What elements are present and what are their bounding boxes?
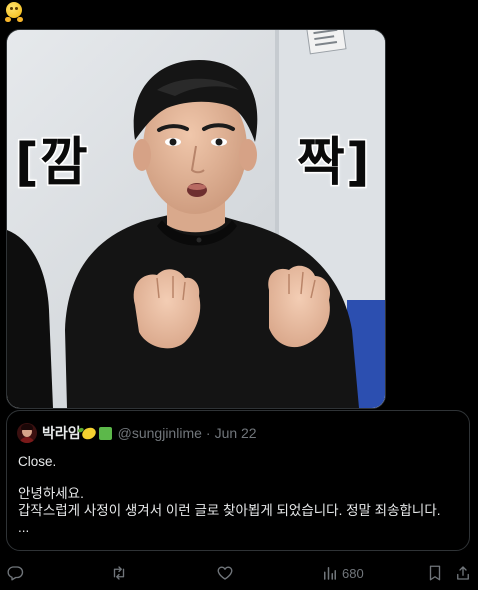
repost-icon bbox=[113, 566, 125, 580]
post-actions-bar: 680 bbox=[0, 562, 478, 584]
like-button[interactable] bbox=[216, 562, 234, 584]
repost-button[interactable] bbox=[110, 562, 128, 584]
image-caption-left: [깜 bbox=[14, 132, 90, 195]
tweet-photo bbox=[7, 30, 385, 408]
image-caption-right: 짝] bbox=[296, 132, 372, 195]
quoted-author-avatar[interactable] bbox=[17, 423, 37, 443]
share-icon bbox=[457, 566, 469, 580]
views-count: 680 bbox=[342, 565, 364, 581]
quoted-author-handle[interactable]: @sungjinlime bbox=[118, 425, 202, 441]
views-button[interactable]: 680 bbox=[322, 562, 364, 584]
tweet-image[interactable]: [깜 짝] bbox=[6, 29, 386, 409]
quoted-text-line: 안녕하세요. bbox=[18, 486, 84, 501]
bookmark-icon bbox=[429, 565, 441, 581]
green-square-emoji-icon bbox=[98, 426, 112, 440]
quoted-post-date[interactable]: Jun 22 bbox=[215, 425, 257, 441]
reply-button[interactable] bbox=[6, 562, 24, 584]
reply-icon bbox=[7, 566, 24, 581]
quoted-text-line: 갑작스럽게 사정이 생겨서 이런 글로 찾아뵙게 되었습니다. 정말 죄송합니다… bbox=[18, 503, 441, 518]
quoted-post[interactable]: 박라임 @sungjinlime · Jun 22 Close. 안녕하세요. … bbox=[6, 410, 470, 551]
lemon-emoji-icon bbox=[79, 425, 98, 441]
quoted-post-header: 박라임 @sungjinlime · Jun 22 bbox=[17, 423, 257, 443]
quoted-text-line: ... bbox=[18, 520, 30, 535]
views-icon bbox=[324, 567, 336, 580]
separator-dot: · bbox=[205, 425, 211, 441]
bookmark-button[interactable] bbox=[427, 562, 443, 584]
quoted-author-name[interactable]: 박라임 bbox=[42, 423, 81, 443]
quoted-text-line: Close. bbox=[18, 454, 57, 469]
hugging-face-emoji bbox=[5, 0, 26, 22]
quoted-text-blank-line bbox=[18, 470, 463, 485]
share-button[interactable] bbox=[455, 562, 471, 584]
quoted-post-text: Close. 안녕하세요. 갑작스럽게 사정이 생겨서 이런 글로 찾아뵙게 되… bbox=[18, 453, 463, 536]
like-icon bbox=[217, 566, 233, 580]
